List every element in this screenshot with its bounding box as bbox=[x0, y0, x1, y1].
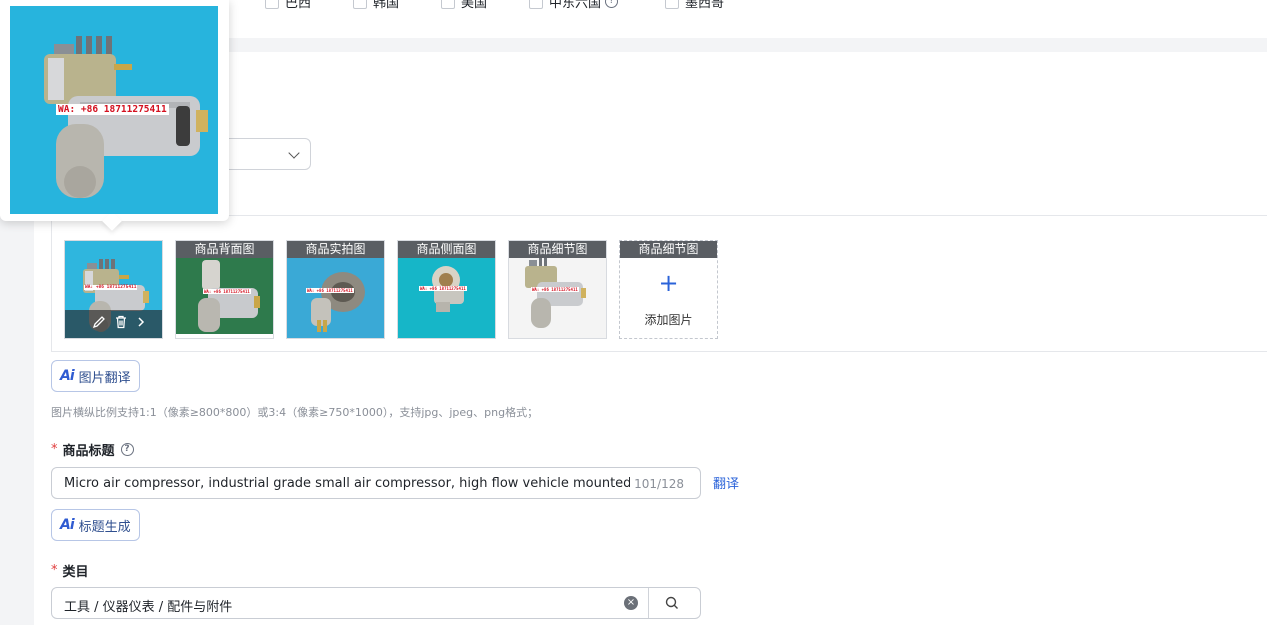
main-image-thumb[interactable]: WA: +86 18711275411 bbox=[64, 240, 163, 339]
watermark-text: WA: +86 18711275411 bbox=[56, 104, 169, 115]
checkbox-box[interactable] bbox=[265, 0, 279, 9]
category-field-label: * 类目 bbox=[51, 561, 89, 580]
preview-image: WA: +86 18711275411 bbox=[10, 6, 218, 214]
add-image-text: 添加图片 bbox=[644, 313, 693, 327]
checkbox-middle-east[interactable]: 中东六国 ? bbox=[529, 0, 619, 11]
clear-icon[interactable]: × bbox=[624, 596, 638, 610]
plus-icon: + bbox=[658, 269, 679, 297]
ai-image-translate-button[interactable]: Ai 图片翻译 bbox=[51, 360, 140, 392]
checkbox-brazil[interactable]: 巴西 bbox=[265, 0, 311, 11]
image-thumb-back[interactable]: 商品背面图 WA: +86 18711275411 bbox=[175, 240, 274, 339]
watermark-text: WA: +86 18711275411 bbox=[84, 285, 138, 290]
watermark-text: WA: +86 18711275411 bbox=[306, 288, 354, 293]
watermark-text: WA: +86 18711275411 bbox=[531, 287, 579, 292]
title-field-label: * 商品标题 ? bbox=[51, 440, 134, 459]
checkbox-box[interactable] bbox=[353, 0, 367, 9]
checkbox-korea[interactable]: 韩国 bbox=[353, 0, 399, 11]
product-photo: WA: +86 18711275411 bbox=[509, 258, 606, 338]
button-label: 图片翻译 bbox=[78, 370, 131, 386]
chevron-right-icon[interactable] bbox=[136, 315, 146, 333]
product-photo: WA: +86 18711275411 bbox=[398, 258, 495, 338]
char-counter: 101/128 bbox=[634, 477, 684, 491]
divider bbox=[648, 588, 649, 618]
checkbox-box[interactable] bbox=[665, 0, 679, 9]
watermark-text: WA: +86 18711275411 bbox=[419, 286, 467, 291]
required-mark: * bbox=[51, 563, 58, 578]
product-photo: WA: +86 18711275411 bbox=[176, 258, 273, 338]
search-icon[interactable] bbox=[664, 595, 680, 615]
translate-link[interactable]: 翻译 bbox=[713, 473, 739, 492]
checkbox-label: 巴西 bbox=[285, 0, 312, 11]
thumb-label: 商品实拍图 bbox=[287, 241, 384, 258]
image-format-hint: 图片横纵比例支持1:1（像素≥800*800）或3:4（像素≥750*1000）… bbox=[51, 406, 539, 419]
add-image-slot[interactable]: 商品细节图 + 添加图片 bbox=[619, 240, 718, 339]
thumb-label: 商品背面图 bbox=[176, 241, 273, 258]
ai-icon: Ai bbox=[60, 368, 75, 384]
chevron-down-icon bbox=[288, 147, 300, 159]
ai-icon: Ai bbox=[60, 517, 75, 533]
image-preview-popover: WA: +86 18711275411 bbox=[0, 0, 229, 231]
thumb-label: 商品细节图 bbox=[509, 241, 606, 258]
image-thumb-detail[interactable]: 商品细节图 WA: +86 18711275411 bbox=[508, 240, 607, 339]
trash-icon[interactable] bbox=[114, 315, 128, 333]
edit-icon[interactable] bbox=[92, 315, 106, 333]
checkbox-box[interactable] bbox=[441, 0, 455, 9]
category-input[interactable]: 工具 / 仪器仪表 / 配件与附件 × bbox=[51, 587, 701, 619]
checkbox-label: 中东六国 bbox=[549, 0, 602, 11]
checkbox-label: 美国 bbox=[461, 0, 488, 11]
required-mark: * bbox=[51, 442, 58, 457]
help-icon[interactable]: ? bbox=[605, 0, 619, 8]
label-text: 类目 bbox=[62, 565, 89, 580]
ai-title-generate-button[interactable]: Ai 标题生成 bbox=[51, 509, 140, 541]
thumb-label: 商品细节图 bbox=[620, 241, 717, 258]
label-text: 商品标题 bbox=[62, 444, 115, 459]
category-value[interactable]: 工具 / 仪器仪表 / 配件与附件 bbox=[64, 596, 232, 615]
title-value[interactable]: Micro air compressor, industrial grade s… bbox=[64, 476, 630, 491]
checkbox-label: 墨西哥 bbox=[685, 0, 725, 11]
help-icon[interactable]: ? bbox=[120, 443, 134, 456]
checkbox-usa[interactable]: 美国 bbox=[441, 0, 487, 11]
product-photo: WA: +86 18711275411 bbox=[287, 258, 384, 338]
thumb-action-bar bbox=[65, 310, 162, 338]
thumb-label: 商品侧面图 bbox=[398, 241, 495, 258]
product-title-input[interactable]: Micro air compressor, industrial grade s… bbox=[51, 467, 701, 499]
button-label: 标题生成 bbox=[78, 519, 131, 535]
image-thumb-side[interactable]: 商品侧面图 WA: +86 18711275411 bbox=[397, 240, 496, 339]
image-thumb-real[interactable]: 商品实拍图 WA: +86 18711275411 bbox=[286, 240, 385, 339]
watermark-text: WA: +86 18711275411 bbox=[203, 289, 251, 294]
checkbox-label: 韩国 bbox=[373, 0, 400, 11]
checkbox-box[interactable] bbox=[529, 0, 543, 9]
checkbox-mexico[interactable]: 墨西哥 bbox=[665, 0, 724, 11]
